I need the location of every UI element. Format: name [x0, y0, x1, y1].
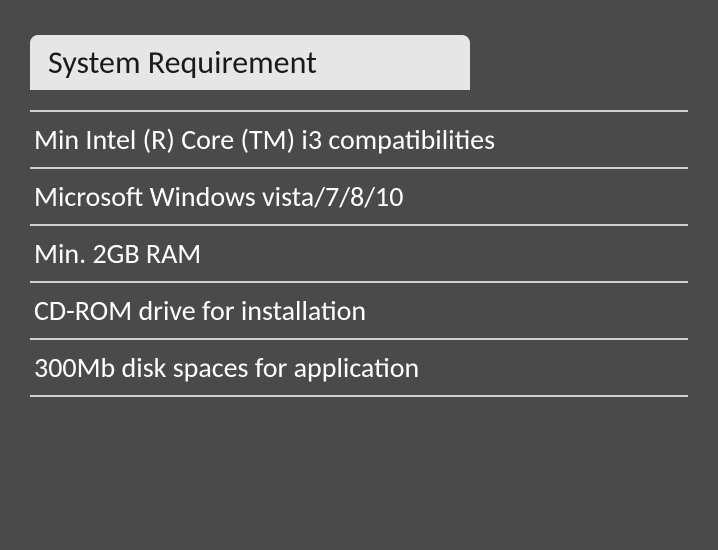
list-item: Min. 2GB RAM [30, 226, 688, 283]
requirement-text: Min. 2GB RAM [34, 236, 201, 271]
list-item: 300Mb disk spaces for application [30, 340, 688, 397]
requirements-list: Min Intel (R) Core (TM) i3 compatibiliti… [30, 110, 688, 397]
requirement-text: Min Intel (R) Core (TM) i3 compatibiliti… [34, 122, 495, 157]
requirement-text: CD-ROM drive for installation [34, 293, 366, 328]
section-title: System Requirement [48, 43, 317, 82]
section-header: System Requirement [30, 35, 470, 90]
list-item: Min Intel (R) Core (TM) i3 compatibiliti… [30, 110, 688, 169]
list-item: CD-ROM drive for installation [30, 283, 688, 340]
requirement-text: 300Mb disk spaces for application [34, 350, 419, 385]
requirement-text: Microsoft Windows vista/7/8/10 [34, 179, 403, 214]
list-item: Microsoft Windows vista/7/8/10 [30, 169, 688, 226]
